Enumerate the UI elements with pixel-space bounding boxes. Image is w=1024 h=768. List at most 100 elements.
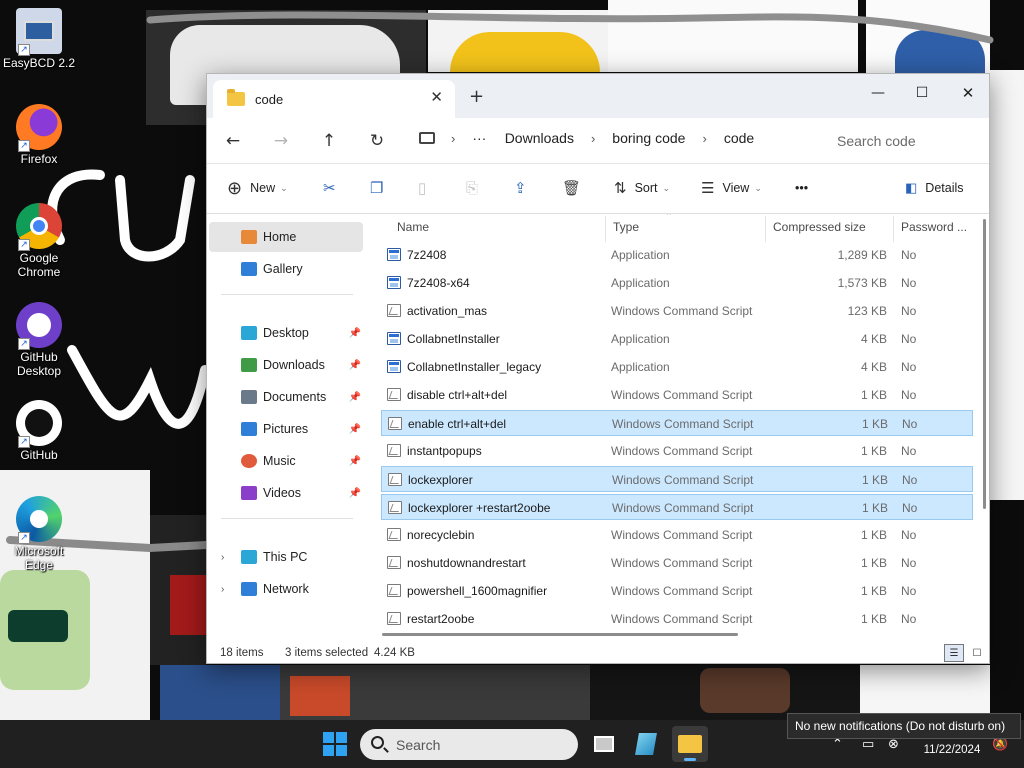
sidebar-item-downloads[interactable]: Downloads 📌 [209, 350, 363, 380]
sort-button[interactable]: ⇅ Sort ⌄ [614, 175, 670, 201]
more-options-button[interactable]: ••• [795, 175, 808, 201]
table-row[interactable]: disable ctrl+alt+del Windows Command Scri… [381, 382, 973, 408]
sort-button-label: Sort [634, 181, 658, 195]
file-name: noshutdownandrestart [407, 556, 526, 570]
desktop-icon-easybcd[interactable]: ↗ EasyBCD 2.2 [2, 8, 76, 70]
taskbar-app-file-explorer[interactable] [672, 726, 708, 762]
sidebar-item-label: Pictures [263, 422, 309, 436]
table-row[interactable]: enable ctrl+alt+del Windows Command Scrip… [381, 410, 973, 436]
table-row[interactable]: CollabnetInstaller_legacy Application 4 KB… [381, 354, 973, 380]
sidebar-item-gallery[interactable]: Gallery [209, 254, 363, 284]
vertical-scrollbar[interactable] [983, 219, 986, 509]
clock-date[interactable]: 11/22/2024 [912, 744, 992, 756]
taskbar-search[interactable]: Search [360, 729, 578, 760]
table-row[interactable]: 7z2408 Application 1,289 KB No [381, 242, 973, 268]
breadcrumb-code[interactable]: code [724, 130, 754, 146]
pin-icon[interactable]: 📌 [349, 328, 361, 339]
table-row[interactable]: CollabnetInstaller Application 4 KB No [381, 326, 973, 352]
breadcrumb-boring-code[interactable]: boring code [612, 130, 685, 146]
sidebar-item-home[interactable]: Home [209, 222, 363, 252]
details-pane-button[interactable]: ◧ Details [905, 175, 964, 201]
pin-icon[interactable]: 📌 [349, 488, 361, 499]
file-password: No [901, 444, 917, 458]
chevron-right-icon[interactable]: › [221, 552, 224, 563]
close-window-button[interactable]: ✕ [945, 78, 989, 108]
column-divider[interactable] [605, 216, 606, 242]
chevron-right-icon[interactable]: › [221, 584, 224, 595]
new-button[interactable]: ⊕ New ⌄ [227, 175, 288, 201]
share-button[interactable]: ⇪ [514, 175, 535, 201]
column-header-name[interactable]: Name [397, 220, 429, 234]
table-row[interactable]: powershell_1600magnifier Windows Command … [381, 578, 973, 604]
table-row[interactable]: lockexplorer +restart2oobe Windows Comman… [381, 494, 973, 520]
desktop-icon-chrome[interactable]: ↗ Google Chrome [2, 203, 76, 279]
search-input[interactable]: Search code [821, 124, 987, 158]
pin-icon[interactable]: 📌 [349, 456, 361, 467]
table-row[interactable]: lockexplorer Windows Command Script 1 KB No [381, 466, 973, 492]
tab-code[interactable]: code ✕ [213, 80, 455, 118]
new-tab-button[interactable]: + [469, 86, 484, 107]
volume-muted-icon[interactable]: ⊗ [888, 737, 899, 752]
chevron-up-icon[interactable]: ⌃ [832, 737, 843, 752]
table-row[interactable]: restart2oobe Windows Command Script 1 KB No [381, 606, 973, 632]
maximize-button[interactable]: ☐ [899, 78, 945, 108]
pin-icon[interactable]: 📌 [349, 392, 361, 403]
view-button[interactable]: ☰ View ⌄ [701, 175, 762, 201]
file-size: 1 KB [860, 556, 887, 570]
desktop-icon-github-desktop[interactable]: ↗ GitHub Desktop [2, 302, 76, 378]
pin-icon[interactable]: 📌 [349, 360, 361, 371]
desktop-icon-firefox[interactable]: ↗ Firefox [2, 104, 76, 166]
file-name: lockexplorer [408, 473, 473, 487]
sidebar-item-documents[interactable]: Documents 📌 [209, 382, 363, 412]
rename-button[interactable]: ⎘ [466, 175, 486, 201]
refresh-button[interactable]: ↻ [363, 127, 391, 155]
network-tray-icon[interactable]: ▭ [862, 737, 874, 752]
sidebar-item-network[interactable]: › Network [209, 574, 363, 604]
notepad-icon [635, 733, 657, 755]
forward-button[interactable]: → [267, 127, 295, 155]
column-header-compressed-size[interactable]: Compressed size [773, 220, 866, 234]
close-tab-icon[interactable]: ✕ [430, 88, 443, 106]
back-button[interactable]: ← [219, 127, 247, 155]
start-button[interactable] [323, 732, 347, 756]
this-pc-icon[interactable] [419, 132, 435, 144]
pin-icon[interactable]: 📌 [349, 424, 361, 435]
column-header-type[interactable]: Type [613, 220, 639, 234]
table-row[interactable]: noshutdownandrestart Windows Command Scri… [381, 550, 973, 576]
column-divider[interactable] [765, 216, 766, 242]
script-icon [387, 304, 401, 317]
breadcrumb-downloads[interactable]: Downloads [505, 130, 574, 146]
sidebar-item-music[interactable]: Music 📌 [209, 446, 363, 476]
title-bar: code ✕ + — ☐ ✕ [207, 74, 989, 118]
sidebar-item-label: Desktop [263, 326, 309, 340]
task-view-button[interactable] [586, 726, 622, 762]
copy-button[interactable]: ❐ [370, 175, 391, 201]
desktop-icon-edge[interactable]: ↗ Microsoft Edge [2, 496, 76, 572]
sidebar-item-desktop[interactable]: Desktop 📌 [209, 318, 363, 348]
table-row[interactable]: activation_mas Windows Command Script 123 … [381, 298, 973, 324]
horizontal-scrollbar[interactable] [382, 633, 738, 636]
column-header-password[interactable]: Password ... [901, 220, 967, 234]
file-name: powershell_1600magnifier [407, 584, 548, 598]
sidebar-item-videos[interactable]: Videos 📌 [209, 478, 363, 508]
desktop-icon-github[interactable]: ↗ GitHub [2, 400, 76, 462]
notification-bell-icon[interactable]: 🔕 [992, 737, 1008, 752]
sidebar-item-pictures[interactable]: Pictures 📌 [209, 414, 363, 444]
breadcrumb-more[interactable]: ··· [472, 130, 486, 146]
column-divider[interactable] [893, 216, 894, 242]
delete-button[interactable]: 🗑 [562, 175, 589, 201]
table-row[interactable]: instantpopups Windows Command Script 1 KB N… [381, 438, 973, 464]
tiles-view-icon[interactable]: ☐ [967, 644, 987, 662]
table-row[interactable]: 7z2408-x64 Application 1,573 KB No [381, 270, 973, 296]
notification-tooltip: No new notifications (Do not disturb on) [787, 713, 1021, 739]
paste-button[interactable]: ▯ [418, 175, 434, 201]
details-view-icon[interactable]: ☰ [944, 644, 964, 662]
minimize-button[interactable]: — [855, 78, 901, 108]
table-row[interactable]: norecyclebin Windows Command Script 1 KB No [381, 522, 973, 548]
sidebar-item-this-pc[interactable]: › This PC [209, 542, 363, 572]
cut-button[interactable]: ✂ [323, 175, 344, 201]
breadcrumb-separator: › [451, 130, 456, 146]
script-icon [387, 584, 401, 597]
taskbar-app-notepad[interactable] [628, 726, 664, 762]
up-button[interactable]: ↑ [315, 127, 343, 155]
